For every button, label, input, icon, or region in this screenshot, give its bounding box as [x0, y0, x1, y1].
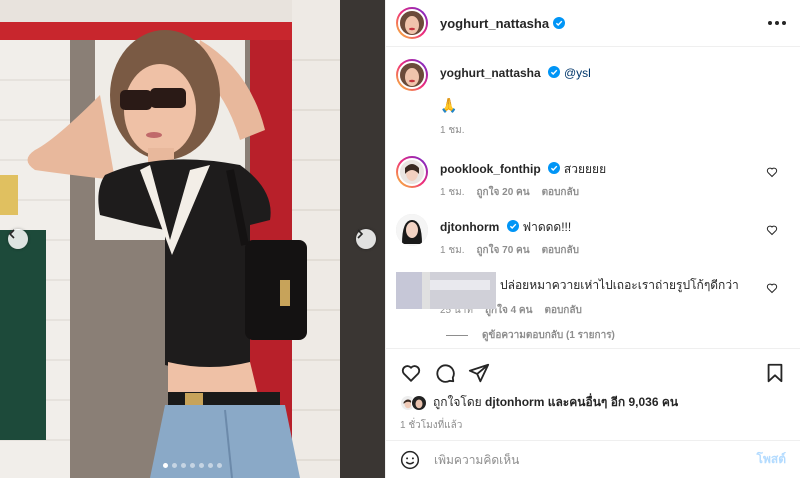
caption-mention[interactable]: @ysl	[564, 66, 591, 80]
author-avatar[interactable]	[396, 7, 428, 39]
avatar-portrait	[412, 395, 426, 410]
comment-item: ปล่อยหมาควายเห่าไปเถอะเราถ่ายรูปโก้ๆดีกว…	[396, 272, 786, 320]
carousel-dot	[163, 463, 168, 468]
like-heart-icon[interactable]	[400, 362, 422, 384]
next-slide-button[interactable]	[356, 229, 376, 249]
avatar-portrait	[396, 214, 428, 246]
commenter-name[interactable]: djtonhorm	[440, 220, 499, 234]
post-timestamp: 1 ชั่วโมงที่แล้ว	[400, 420, 463, 431]
like-comment-heart-icon[interactable]	[766, 224, 778, 236]
comment-likes[interactable]: ถูกใจ 20 คน	[477, 184, 530, 202]
comment-text: ฟาดดด!!!	[522, 220, 572, 234]
comment-text: ปล่อยหมาควายเห่าไปเถอะเราถ่ายรูปโก้ๆดีกว…	[500, 278, 739, 292]
post-header: yoghurt_nattasha	[386, 0, 800, 47]
reply-button[interactable]: ตอบกลับ	[542, 242, 579, 260]
verified-badge-icon	[548, 162, 561, 174]
liked-by-middle[interactable]: และคนอื่นๆ	[548, 395, 608, 409]
carousel-dot	[172, 463, 177, 468]
avatar-portrait	[400, 11, 424, 35]
caption: yoghurt_nattasha @ysl 🙏 1 ชม.	[396, 59, 786, 140]
carousel-dot	[199, 463, 204, 468]
liked-by-count[interactable]: อีก 9,036 คน	[611, 395, 678, 409]
like-comment-heart-icon[interactable]	[766, 166, 778, 178]
carousel-dot	[217, 463, 222, 468]
more-horizontal-icon	[768, 21, 772, 25]
commenter-name[interactable]: pooklook_fonthip	[440, 162, 541, 176]
carousel-dot	[190, 463, 195, 468]
view-replies-button[interactable]: ดูข้อความตอบกลับ (1 รายการ)	[446, 328, 786, 343]
liker-avatar	[411, 394, 427, 411]
liked-by-prefix: ถูกใจโดย	[433, 395, 482, 409]
add-comment-bar: โพสต์	[386, 440, 800, 478]
comment-likes[interactable]: ถูกใจ 70 คน	[477, 242, 530, 260]
avatar-portrait	[400, 63, 424, 87]
liked-by-user[interactable]: djtonhorm	[485, 395, 544, 409]
comment-input[interactable]	[434, 452, 757, 467]
emoji-smiley-icon[interactable]	[400, 450, 420, 470]
blurred-commenter-identity	[396, 272, 496, 309]
comments-list: yoghurt_nattasha @ysl 🙏 1 ชม. pooklook_f…	[386, 47, 800, 347]
chevron-left-icon	[8, 229, 15, 239]
previous-slide-button[interactable]	[8, 229, 28, 249]
caption-time: 1 ชม.	[440, 125, 465, 136]
comment-text: สวยยยย	[563, 162, 607, 176]
more-options-button[interactable]	[768, 21, 786, 25]
reply-button[interactable]: ตอบกลับ	[544, 302, 581, 320]
post-actions: ถูกใจโดย djtonhorm และคนอื่นๆ อีก 9,036 …	[386, 348, 800, 433]
comment-time: 1 ชม.	[440, 187, 465, 198]
carousel-indicator	[0, 463, 385, 468]
caption-emoji: 🙏	[440, 97, 458, 113]
reply-divider	[446, 335, 468, 336]
reply-button[interactable]: ตอบกลับ	[542, 184, 579, 202]
comment-time: 1 ชม.	[440, 245, 465, 256]
caption-author-avatar[interactable]	[396, 59, 428, 91]
comment-item: djtonhorm ฟาดดด!!! 1 ชม. ถูกใจ 70 คน ตอบ…	[396, 214, 786, 260]
photo-illustration	[0, 0, 385, 478]
commenter-avatar[interactable]	[396, 214, 428, 246]
verified-badge-icon	[506, 220, 519, 232]
liked-by-summary: ถูกใจโดย djtonhorm และคนอื่นๆ อีก 9,036 …	[400, 393, 786, 412]
carousel-dot	[181, 463, 186, 468]
author-username[interactable]: yoghurt_nattasha	[440, 16, 549, 31]
like-comment-heart-icon[interactable]	[766, 282, 778, 294]
caption-author-name[interactable]: yoghurt_nattasha	[440, 66, 541, 80]
commenter-avatar[interactable]	[396, 156, 428, 188]
post-photo	[0, 0, 385, 478]
verified-badge-icon	[553, 17, 566, 29]
comment-bubble-icon[interactable]	[434, 362, 456, 384]
share-paper-plane-icon[interactable]	[468, 362, 490, 384]
comment-item: pooklook_fonthip สวยยยย 1 ชม. ถูกใจ 20 ค…	[396, 156, 786, 202]
verified-badge-icon	[548, 66, 561, 78]
avatar-portrait	[400, 160, 424, 184]
carousel-dot	[208, 463, 213, 468]
post-comment-button[interactable]: โพสต์	[757, 450, 786, 469]
bookmark-icon[interactable]	[764, 362, 786, 384]
post-detail-panel: yoghurt_nattasha yoghurt_nattasha @ysl 🙏…	[385, 0, 800, 478]
chevron-right-icon	[357, 229, 364, 239]
view-replies-label: ดูข้อความตอบกลับ (1 รายการ)	[482, 330, 615, 341]
